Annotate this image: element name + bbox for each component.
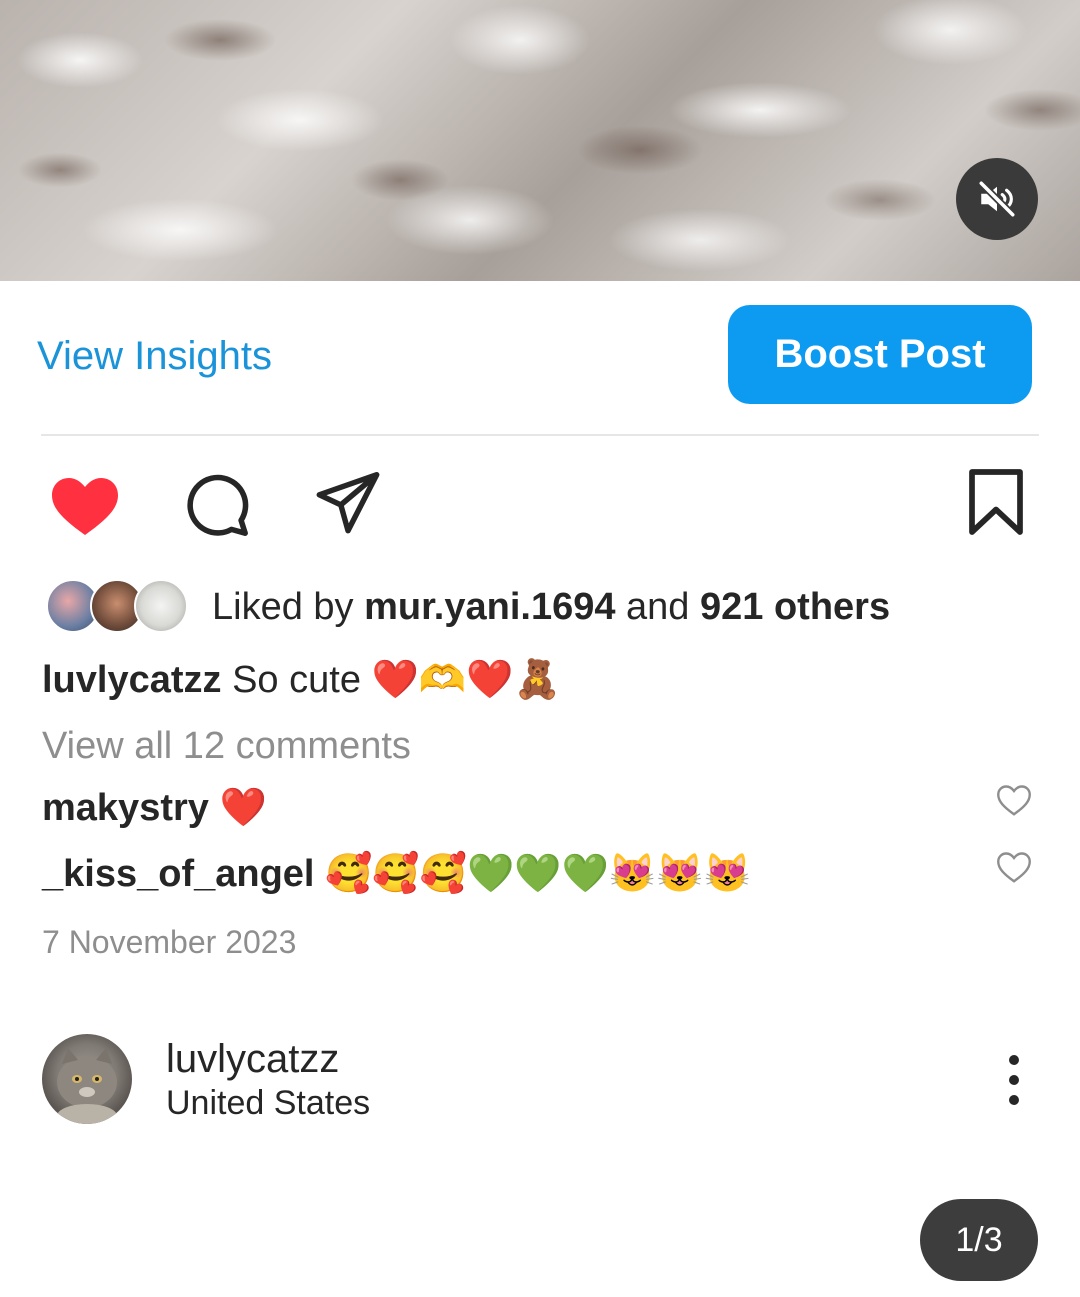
bookmark-icon <box>969 469 1023 535</box>
likes-prefix: Liked by <box>212 585 365 628</box>
likes-middle: and <box>615 585 701 628</box>
author-username[interactable]: luvlycatzz <box>166 1036 339 1082</box>
heart-filled-icon <box>52 478 118 535</box>
comment-like-icon[interactable] <box>996 850 1032 884</box>
caption-text: So cute ❤️🫶❤️🧸 <box>221 659 561 701</box>
cat-photo <box>57 1048 117 1124</box>
post-date: 7 November 2023 <box>42 924 297 960</box>
likes-summary[interactable]: Liked by mur.yani.1694 and 921 others <box>46 577 890 637</box>
comment-item: makystry ❤️ <box>42 780 267 836</box>
likes-count[interactable]: 921 others <box>700 586 890 628</box>
mute-button[interactable] <box>956 158 1038 240</box>
speaker-muted-icon <box>978 180 1016 218</box>
caption: luvlycatzz So cute ❤️🫶❤️🧸 <box>42 652 561 708</box>
comment-icon <box>187 474 249 536</box>
divider <box>41 434 1039 436</box>
send-icon <box>316 472 380 534</box>
avatar <box>134 579 188 633</box>
more-vertical-icon <box>1009 1055 1019 1105</box>
post-media[interactable] <box>0 0 1080 281</box>
view-all-comments-link[interactable]: View all 12 comments <box>42 720 411 772</box>
comment-like-icon[interactable] <box>996 783 1032 817</box>
comment-text: 🥰🥰🥰💚💚💚😻😻😻 <box>314 853 751 895</box>
view-insights-link[interactable]: View Insights <box>37 332 272 380</box>
caption-username[interactable]: luvlycatzz <box>42 659 222 701</box>
author-avatar[interactable] <box>42 1034 132 1124</box>
share-button[interactable] <box>310 466 386 538</box>
save-button[interactable] <box>962 466 1030 538</box>
carousel-page-indicator: 1/3 <box>920 1199 1038 1281</box>
comment-username[interactable]: _kiss_of_angel <box>42 853 314 895</box>
liker-avatars <box>46 577 188 637</box>
liker-username[interactable]: mur.yani.1694 <box>364 586 615 628</box>
comment-username[interactable]: makystry <box>42 787 209 829</box>
comment-button[interactable] <box>178 468 254 540</box>
likes-text: Liked by mur.yani.1694 and 921 others <box>212 586 890 629</box>
author-location[interactable]: United States <box>166 1082 370 1124</box>
like-button[interactable] <box>46 470 124 540</box>
more-options-button[interactable] <box>1000 1052 1028 1108</box>
comment-item: _kiss_of_angel 🥰🥰🥰💚💚💚😻😻😻 <box>42 846 751 902</box>
comment-text: ❤️ <box>208 787 267 829</box>
boost-post-button[interactable]: Boost Post <box>728 305 1032 404</box>
